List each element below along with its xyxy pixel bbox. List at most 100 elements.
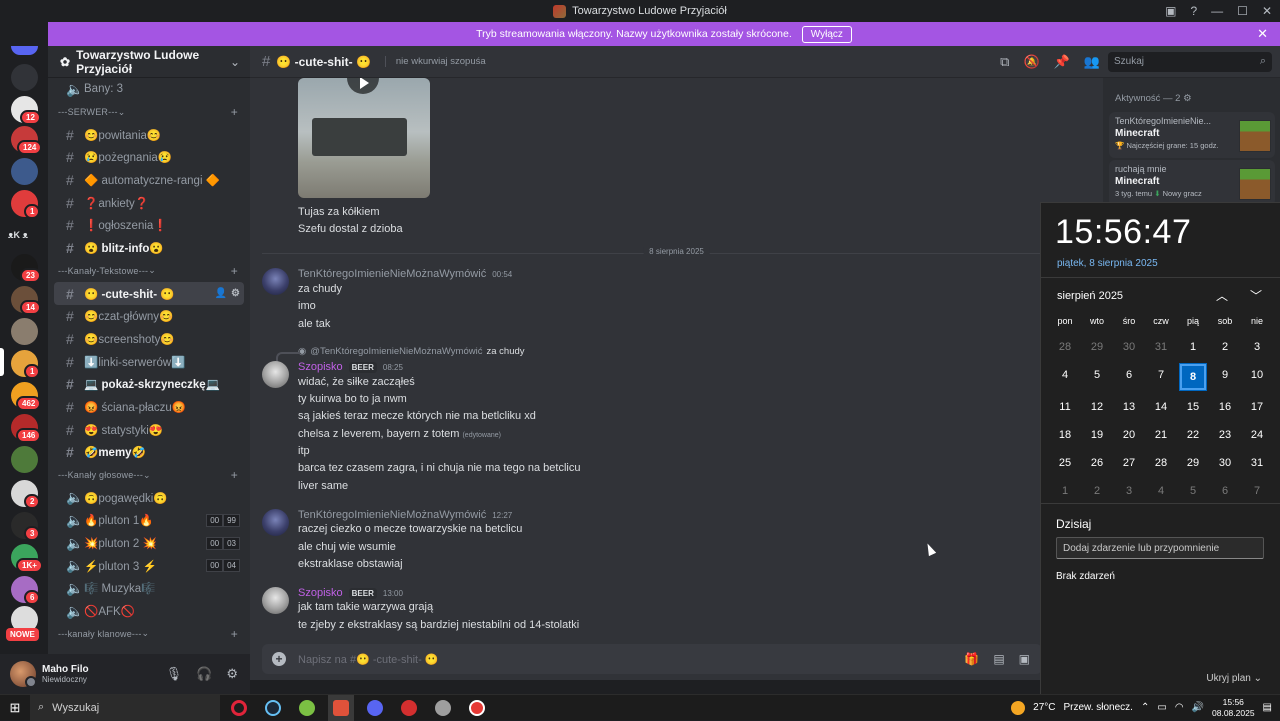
channel-item[interactable]: # 😊czat-główny😊 [54,305,244,328]
weather-temp[interactable]: 27°C [1033,702,1055,713]
bans-voice-channel[interactable]: 🔈 Bany: 3 [54,78,244,101]
server-kk-label[interactable]: ᴥK ᴥ [8,230,28,240]
category-glosowe[interactable]: ---Kanały głosowe--- ⌄ + [48,464,250,487]
headphones-icon[interactable]: 🎧 [196,666,212,682]
avatar[interactable] [262,509,289,536]
calendar-day[interactable]: 1 [1049,477,1081,505]
disable-streamer-mode-button[interactable]: Wyłącz [801,25,852,43]
calendar-day[interactable]: 24 [1241,421,1273,449]
avatar[interactable] [262,361,289,388]
help-icon[interactable]: ? [1190,4,1197,18]
calendar-day[interactable]: 3 [1113,477,1145,505]
calendar-day[interactable]: 26 [1081,449,1113,477]
category-klanowe[interactable]: ---kanały klanowe--- ⌄ + [48,623,250,646]
calendar-day[interactable]: 6 [1209,477,1241,505]
wifi-icon[interactable]: ◠ [1175,702,1184,713]
avatar[interactable] [10,661,37,688]
channel-item[interactable]: # 💻 pokaż-skrzyneczkę💻 [54,373,244,396]
calendar-day[interactable]: 30 [1113,333,1145,361]
add-attachment-icon[interactable]: + [272,652,286,666]
calendar-day[interactable]: 14 [1145,393,1177,421]
server-icon-8[interactable] [11,318,38,345]
voice-channel-item[interactable]: 🔈 🚫AFK🚫 [54,600,244,623]
chevron-up-icon[interactable]: ⌃ [1141,702,1149,713]
gift-icon[interactable]: 🎁 [964,652,979,666]
steam-icon[interactable] [260,695,286,721]
add-channel-icon[interactable]: + [231,468,238,482]
microphone-icon[interactable]: 🎙 [166,666,183,682]
server-icon-11[interactable] [11,446,38,473]
calendar-day[interactable]: 20 [1113,421,1145,449]
voice-channel-item[interactable]: 🔈 💥pluton 2 💥 00 03 [54,532,244,555]
server-icon-4[interactable] [11,158,38,185]
channel-item[interactable]: # ⬇️linki-serwerów⬇️ [54,350,244,373]
hide-agenda-button[interactable]: Ukryj plan ⌄ [1206,673,1262,684]
calendar-day[interactable]: 17 [1241,393,1273,421]
gear-icon[interactable]: ⚙ [1183,93,1192,104]
gif-icon[interactable]: ▤ [993,652,1004,666]
play-icon[interactable] [347,78,379,94]
calendar-day[interactable]: 27 [1113,449,1145,477]
calendar-day[interactable]: 5 [1081,361,1113,389]
inbox-icon[interactable]: ▣ [1165,4,1176,18]
calendar-day[interactable]: 28 [1049,333,1081,361]
voice-channel-item[interactable]: 🔈 🎼 Muzyka🎼 [54,577,244,600]
taskbar-clock[interactable]: 15:56 08.08.2025 [1212,697,1255,719]
gear-icon[interactable]: ⚙ [226,666,238,682]
calendar-day[interactable]: 7 [1145,361,1177,389]
voice-channel-item[interactable]: 🔈 🙃pogawędki🙃 [54,486,244,509]
discord-icon[interactable] [362,695,388,721]
channel-item[interactable]: # ❓ankiety❓ [54,191,244,214]
gear-icon[interactable]: ⚙ [231,288,240,299]
activity-card[interactable]: ruchają mnie Minecraft 3 tyg. temu ⬇ Now… [1109,160,1275,206]
add-event-input[interactable]: Dodaj zdarzenie lub przypomnienie [1056,537,1264,559]
app-icon[interactable] [396,695,422,721]
calendar-day[interactable]: 29 [1081,333,1113,361]
calendar-day[interactable]: 19 [1081,421,1113,449]
channel-item[interactable]: # 😡 ściana-płaczu😡 [54,396,244,419]
voice-channel-item[interactable]: 🔈 ⚡pluton 3 ⚡ 00 04 [54,554,244,577]
calendar-day[interactable]: 29 [1177,449,1209,477]
app-icon[interactable] [430,695,456,721]
calendar-day[interactable]: 5 [1177,477,1209,505]
channel-item-active[interactable]: # 😶 -cute-shit- 😶 👤 ⚙ [54,282,244,305]
reply-reference[interactable]: ◉ @TenKtóregoImienieNieMożnaWymówić za chu… [276,346,525,362]
message-input[interactable]: + Napisz na #😶 -cute-shit- 😶 🎁 ▤ ▣ [262,644,1042,674]
channel-item[interactable]: # 🔶 automatyczne-rangi 🔶 [54,169,244,192]
activity-card[interactable]: TenKtóregoImienieNie... Minecraft 🏆 Najc… [1109,112,1275,158]
close-button[interactable]: ✕ [1262,4,1272,18]
calendar-day[interactable]: 6 [1113,361,1145,389]
calendar-day[interactable]: 3 [1241,333,1273,361]
calendar-day-today[interactable]: 8 [1179,363,1207,391]
message-author[interactable]: TenKtóregoImienieNieMożnaWymówić [298,268,486,280]
utorrent-icon[interactable] [294,695,320,721]
volume-icon[interactable]: 🔊 [1192,702,1204,713]
calendar-day[interactable]: 1 [1177,333,1209,361]
message-author[interactable]: Szopisko [298,587,343,599]
channel-item[interactable]: # ❗ogłoszenia❗ [54,214,244,237]
notifications-icon[interactable]: ▤ [1263,702,1272,713]
network-icon[interactable]: ▭ [1157,702,1166,713]
avatar[interactable] [262,268,289,295]
app-icon[interactable] [328,694,354,721]
channel-item[interactable]: # 🤣memy🤣 [54,441,244,464]
weather-desc[interactable]: Przew. słonecz. [1063,702,1132,713]
opera-icon[interactable] [226,695,252,721]
windows-start-icon[interactable]: ⊞ [0,700,30,716]
channel-item[interactable]: # 😊powitania😊 [54,123,244,146]
calendar-day[interactable]: 30 [1209,449,1241,477]
server-icon-1[interactable] [11,64,38,91]
channel-item[interactable]: # 😢pożegnania😢 [54,146,244,169]
calendar-day[interactable]: 23 [1209,421,1241,449]
maximize-button[interactable]: ☐ [1237,4,1248,18]
video-attachment[interactable] [298,78,430,198]
chevron-down-icon[interactable]: ﹀ [1250,287,1262,304]
calendar-day[interactable]: 12 [1081,393,1113,421]
calendar-day[interactable]: 28 [1145,449,1177,477]
chevron-up-icon[interactable]: ︿ [1216,287,1228,304]
member-list-icon[interactable]: 👥 [1084,54,1100,70]
calendar-day[interactable]: 25 [1049,449,1081,477]
clock-date[interactable]: piątek, 8 sierpnia 2025 [1057,258,1280,269]
calendar-day[interactable]: 22 [1177,421,1209,449]
pin-icon[interactable]: 📌 [1054,54,1070,70]
